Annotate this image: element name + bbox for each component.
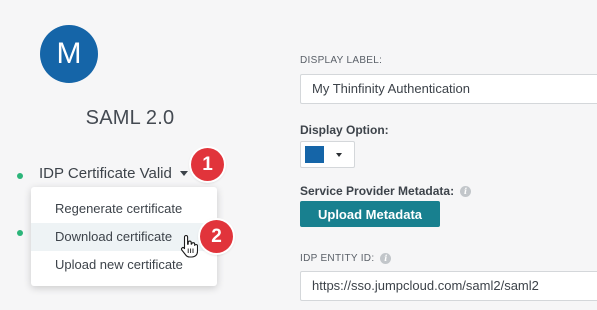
chevron-down-icon (336, 152, 342, 157)
step-badge-1: 1 (191, 148, 224, 181)
display-option-label: Display Option: (300, 123, 389, 137)
info-icon[interactable]: i (460, 186, 472, 198)
sp-metadata-label-row: Service Provider Metadata: i (300, 184, 472, 198)
display-label-input[interactable]: My Thinfinity Authentication (300, 74, 597, 104)
avatar-letter: M (56, 37, 82, 70)
chevron-down-icon (179, 171, 188, 176)
idp-entity-id-label-row: IDP ENTITY ID: i (300, 253, 392, 265)
app-title: SAML 2.0 (85, 107, 175, 129)
color-swatch (305, 146, 324, 163)
avatar: M (40, 25, 98, 83)
certificate-status-dropdown[interactable]: IDP Certificate Valid (39, 165, 188, 182)
idp-entity-id-input[interactable]: https://sso.jumpcloud.com/saml2/saml2 (300, 271, 597, 301)
menu-item-regenerate-certificate[interactable]: Regenerate certificate (31, 195, 217, 223)
upload-metadata-button[interactable]: Upload Metadata (300, 201, 440, 227)
status-dot-secondary (17, 230, 23, 236)
step-badge-2: 2 (200, 220, 233, 253)
sp-metadata-label: Service Provider Metadata: (300, 184, 455, 198)
info-icon[interactable]: i (380, 253, 392, 264)
hand-cursor-icon (180, 234, 198, 258)
idp-entity-id-label: IDP ENTITY ID: (300, 253, 375, 265)
certificate-status-label: IDP Certificate Valid (39, 165, 172, 182)
status-dot (17, 173, 23, 179)
display-label-label: DISPLAY LABEL: (300, 55, 383, 66)
color-picker[interactable] (300, 141, 355, 168)
